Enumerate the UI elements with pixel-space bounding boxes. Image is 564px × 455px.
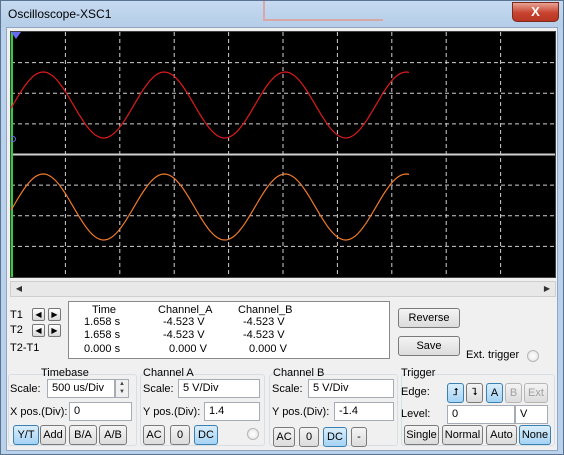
channel-b-title: Channel B: [273, 367, 325, 379]
channel-a-ypos-label: Y pos.(Div):: [143, 406, 201, 418]
t2-t1-label: T2-T1: [10, 342, 40, 354]
timebase-scale-label: Scale:: [10, 383, 41, 395]
channel-b-ypos-label: Y pos.(Div):: [272, 406, 330, 418]
t2-t1-channel-b: 0.000 V: [249, 343, 287, 355]
t2-channel-b: -4.523 V: [243, 329, 285, 341]
time-header: Time: [92, 304, 117, 316]
close-button[interactable]: X: [512, 2, 559, 22]
channel-b-scale-label: Scale:: [272, 383, 303, 395]
trigger-source-ext-button[interactable]: Ext: [524, 383, 548, 403]
timebase-xpos-input[interactable]: 0: [69, 402, 132, 421]
background-line: [263, 1, 265, 21]
display-scrollbar[interactable]: ◀ ▶: [10, 281, 556, 297]
scope-graph: [11, 32, 555, 277]
ext-trigger-radio[interactable]: [527, 350, 539, 362]
oscilloscope-panel: ◀ ▶ T1 ◀ ▶ T2 ◀ ▶ T2-T1 Time Channel_A C…: [6, 27, 558, 451]
channel-a-trace: [11, 71, 410, 139]
ext-trigger-label: Ext. trigger: [466, 349, 520, 361]
trigger-auto-button[interactable]: Auto: [486, 425, 517, 445]
trigger-source-b-button[interactable]: B: [505, 383, 522, 403]
trigger-edge-label: Edge:: [401, 386, 430, 398]
channel-b-ac-button[interactable]: AC: [273, 427, 295, 447]
trigger-level-input[interactable]: 0: [447, 405, 515, 424]
t2-right-arrow-icon[interactable]: ▶: [48, 324, 61, 337]
scroll-left-icon[interactable]: ◀: [12, 283, 26, 295]
timebase-xpos-label: X pos.(Div):: [10, 406, 68, 418]
falling-edge-icon[interactable]: ⮧: [466, 383, 483, 403]
t2-left-arrow-icon[interactable]: ◀: [32, 324, 45, 337]
mode-ba-button[interactable]: B/A: [69, 425, 97, 445]
t1-time: 1.658 s: [84, 316, 121, 328]
t2-channel-a: -4.523 V: [163, 329, 205, 341]
channel-a-indicator-radio[interactable]: [247, 428, 259, 440]
channel-a-header: Channel_A: [158, 304, 213, 316]
trigger-title: Trigger: [401, 367, 436, 379]
background-line: [263, 19, 383, 21]
t1-label: T1: [10, 309, 23, 321]
channel-a-scale-input[interactable]: 5 V/Div: [178, 379, 260, 398]
channel-a-title: Channel A: [143, 367, 194, 379]
channel-a-zero-button[interactable]: 0: [170, 425, 190, 445]
trigger-normal-button[interactable]: Normal: [442, 425, 483, 445]
window-title: Oscilloscope-XSC1: [8, 7, 112, 21]
channel-b-invert-button[interactable]: -: [351, 427, 367, 447]
reverse-button[interactable]: Reverse: [398, 308, 460, 328]
oscilloscope-window: Oscilloscope-XSC1 X ◀ ▶ T1 ◀ ▶ T2 ◀ ▶ T2…: [0, 0, 564, 455]
channel-b-scale-input[interactable]: 5 V/Div: [308, 379, 394, 398]
timebase-scale-spinner[interactable]: ▲ ▼: [115, 379, 129, 398]
t2-t1-time: 0.000 s: [84, 343, 121, 355]
mode-ab-button[interactable]: A/B: [99, 425, 127, 445]
channel-a-scale-label: Scale:: [143, 383, 174, 395]
channel-b-trace: [11, 173, 410, 241]
mode-add-button[interactable]: Add: [40, 425, 66, 445]
mode-yt-button[interactable]: Y/T: [13, 425, 39, 445]
channel-b-ypos-input[interactable]: -1.4: [334, 402, 394, 421]
t2-time: 1.658 s: [84, 329, 121, 341]
scope-display[interactable]: [10, 31, 556, 278]
trigger-level-unit[interactable]: V: [515, 405, 548, 424]
trigger-single-button[interactable]: Single: [404, 425, 439, 445]
t2-t1-channel-a: 0.000 V: [169, 343, 207, 355]
channel-b-dc-button[interactable]: DC: [323, 427, 347, 447]
cursor-readout: Time Channel_A Channel_B 1.658 s -4.523 …: [68, 301, 390, 359]
trigger-none-button[interactable]: None: [519, 425, 551, 445]
t2-label: T2: [10, 324, 23, 336]
rising-edge-icon[interactable]: ⮥: [447, 383, 464, 403]
trigger-source-a-button[interactable]: A: [486, 383, 503, 403]
channel-a-ypos-input[interactable]: 1.4: [204, 402, 260, 421]
timebase-title: Timebase: [41, 367, 89, 379]
t1-right-arrow-icon[interactable]: ▶: [48, 308, 61, 321]
channel-b-zero-button[interactable]: 0: [299, 427, 319, 447]
timebase-scale-input[interactable]: 500 us/Div: [47, 379, 115, 398]
scroll-right-icon[interactable]: ▶: [540, 283, 554, 295]
spin-up-icon[interactable]: ▲: [116, 380, 128, 388]
channel-b-header: Channel_B: [238, 304, 293, 316]
title-bar[interactable]: Oscilloscope-XSC1 X: [1, 1, 563, 27]
save-button[interactable]: Save: [398, 336, 460, 356]
t1-channel-a: -4.523 V: [163, 316, 205, 328]
spin-down-icon[interactable]: ▼: [116, 388, 128, 396]
trigger-level-label: Level:: [401, 408, 431, 420]
channel-a-ac-button[interactable]: AC: [143, 425, 165, 445]
channel-a-dc-button[interactable]: DC: [194, 425, 218, 445]
t1-left-arrow-icon[interactable]: ◀: [32, 308, 45, 321]
t1-channel-b: -4.523 V: [243, 316, 285, 328]
